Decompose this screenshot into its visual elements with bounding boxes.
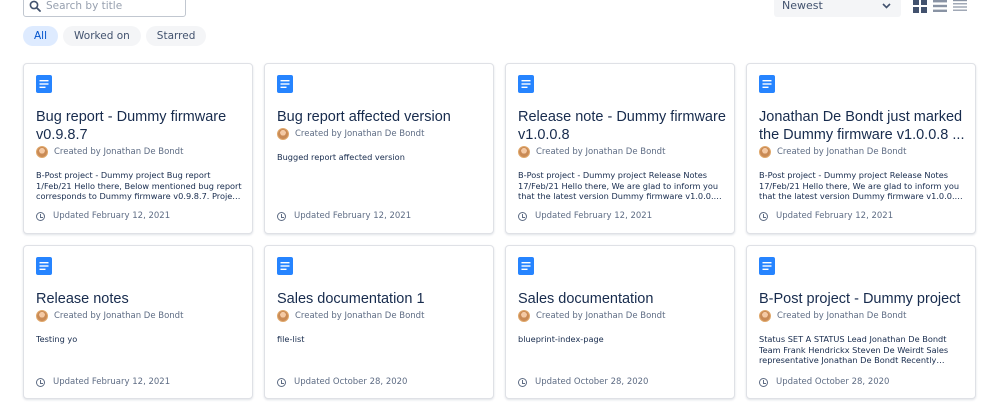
card-author: Created by Jonathan De Bondt — [277, 128, 424, 140]
clock-icon — [277, 211, 286, 221]
card-author: Created by Jonathan De Bondt — [518, 146, 665, 158]
clock-icon — [759, 211, 768, 221]
card-updated: Updated February 12, 2021 — [518, 211, 652, 221]
card-title[interactable]: Bug report - Dummy firmware v0.9.8.7 — [36, 108, 248, 144]
card-author: Created by Jonathan De Bondt — [518, 310, 665, 322]
updated-label: Updated February 12, 2021 — [53, 211, 171, 221]
card-updated: Updated February 12, 2021 — [277, 211, 411, 221]
author-label: Created by Jonathan De Bondt — [295, 311, 425, 321]
clock-icon — [277, 377, 286, 387]
document-icon — [518, 75, 534, 93]
page-card[interactable]: Bug report affected version Created by J… — [264, 63, 494, 234]
avatar — [36, 310, 48, 322]
card-updated: Updated October 28, 2020 — [759, 377, 889, 387]
list-view-icon[interactable] — [953, 0, 967, 12]
filter-all[interactable]: All — [23, 26, 59, 46]
updated-label: Updated February 12, 2021 — [535, 211, 653, 221]
page-card[interactable]: Sales documentation Created by Jonathan … — [505, 245, 735, 399]
clock-icon — [36, 377, 45, 387]
search-input[interactable] — [46, 0, 176, 12]
card-updated: Updated October 28, 2020 — [518, 377, 648, 387]
clock-icon — [518, 211, 527, 221]
author-label: Created by Jonathan De Bondt — [54, 311, 184, 321]
avatar — [518, 146, 530, 158]
updated-label: Updated February 12, 2021 — [776, 211, 894, 221]
document-icon — [277, 75, 293, 93]
document-icon — [518, 257, 534, 275]
card-title[interactable]: Jonathan De Bondt just marked the Dummy … — [759, 108, 971, 144]
avatar — [277, 310, 289, 322]
card-excerpt: Testing yo — [36, 334, 78, 344]
card-title[interactable]: Sales documentation — [518, 290, 730, 308]
avatar — [759, 146, 771, 158]
card-title[interactable]: Sales documentation 1 — [277, 290, 489, 308]
card-title[interactable]: Release note - Dummy firmware v1.0.0.8 — [518, 108, 730, 144]
updated-label: Updated October 28, 2020 — [294, 377, 408, 387]
author-label: Created by Jonathan De Bondt — [295, 129, 425, 139]
avatar — [36, 146, 48, 158]
card-author: Created by Jonathan De Bondt — [759, 310, 906, 322]
author-label: Created by Jonathan De Bondt — [536, 147, 666, 157]
clock-icon — [36, 211, 45, 221]
avatar — [277, 128, 289, 140]
author-label: Created by Jonathan De Bondt — [777, 311, 907, 321]
document-icon — [759, 257, 775, 275]
filter-worked-on[interactable]: Worked on — [63, 26, 141, 46]
updated-label: Updated February 12, 2021 — [294, 211, 412, 221]
search-box[interactable] — [23, 0, 186, 17]
page-card[interactable]: Jonathan De Bondt just marked the Dummy … — [746, 63, 976, 234]
document-icon — [36, 257, 52, 275]
view-mode-switcher — [913, 0, 967, 13]
card-updated: Updated February 12, 2021 — [36, 377, 170, 387]
page-card[interactable]: Release notes Created by Jonathan De Bon… — [23, 245, 253, 399]
card-excerpt: file-list — [277, 334, 305, 344]
grid-view-icon[interactable] — [913, 0, 927, 13]
card-excerpt: Status SET A STATUS Lead Jonathan De Bon… — [759, 334, 949, 365]
page-card[interactable]: Sales documentation 1 Created by Jonatha… — [264, 245, 494, 399]
document-icon — [277, 257, 293, 275]
document-icon — [36, 75, 52, 93]
author-label: Created by Jonathan De Bondt — [54, 147, 184, 157]
author-label: Created by Jonathan De Bondt — [536, 311, 666, 321]
filter-starred[interactable]: Starred — [145, 26, 207, 46]
document-icon — [759, 75, 775, 93]
avatar — [518, 310, 530, 322]
clock-icon — [518, 377, 527, 387]
card-excerpt: B-Post project - Dummy project Release N… — [518, 170, 719, 201]
card-updated: Updated October 28, 2020 — [277, 377, 407, 387]
card-author: Created by Jonathan De Bondt — [759, 146, 906, 158]
card-author: Created by Jonathan De Bondt — [36, 146, 183, 158]
page-card[interactable]: B-Post project - Dummy project Created b… — [746, 245, 976, 399]
filter-tabs: All Worked on Starred — [23, 26, 207, 46]
card-updated: Updated February 12, 2021 — [36, 211, 170, 221]
updated-label: Updated October 28, 2020 — [776, 377, 890, 387]
author-label: Created by Jonathan De Bondt — [777, 147, 907, 157]
card-title[interactable]: Bug report affected version — [277, 108, 489, 126]
card-author: Created by Jonathan De Bondt — [277, 310, 424, 322]
card-excerpt: blueprint-index-page — [518, 334, 604, 344]
card-excerpt: Bugged report affected version — [277, 152, 405, 162]
updated-label: Updated October 28, 2020 — [535, 377, 649, 387]
compact-list-view-icon[interactable] — [933, 0, 947, 12]
card-title[interactable]: Release notes — [36, 290, 248, 308]
card-updated: Updated February 12, 2021 — [759, 211, 893, 221]
sort-dropdown[interactable]: Newest — [774, 0, 901, 17]
card-title[interactable]: B-Post project - Dummy project — [759, 290, 971, 308]
sort-selected-label: Newest — [782, 0, 823, 12]
card-author: Created by Jonathan De Bondt — [36, 310, 183, 322]
clock-icon — [759, 377, 768, 387]
page-card[interactable]: Release note - Dummy firmware v1.0.0.8 C… — [505, 63, 735, 234]
card-excerpt: B-Post project - Dummy project Release N… — [759, 170, 960, 201]
chevron-down-icon — [882, 0, 891, 12]
search-icon — [24, 0, 46, 17]
card-excerpt: B-Post project - Dummy project Bug repor… — [36, 170, 242, 201]
avatar — [759, 310, 771, 322]
page-card[interactable]: Bug report - Dummy firmware v0.9.8.7 Cre… — [23, 63, 253, 234]
updated-label: Updated February 12, 2021 — [53, 377, 171, 387]
